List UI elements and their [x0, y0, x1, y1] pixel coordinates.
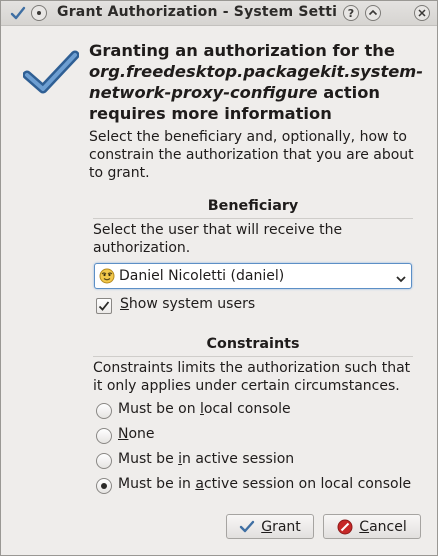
window-menu-button[interactable] — [31, 5, 47, 21]
user-select[interactable]: Daniel Nicoletti (daniel) — [94, 263, 412, 289]
chevron-down-icon[interactable] — [395, 270, 407, 289]
constraints-divider — [93, 356, 413, 357]
authorization-dialog: Grant Authorization - System Setti ? Gra… — [0, 0, 438, 556]
constraints-title: Constraints — [206, 336, 300, 352]
authorization-check-icon — [22, 49, 80, 99]
radio-none[interactable] — [96, 428, 112, 444]
action-id-line-2: network-proxy-configure — [89, 83, 318, 102]
radio-local-console-label[interactable]: Must be on local console — [118, 401, 291, 417]
minimize-button[interactable] — [365, 5, 381, 21]
beneficiary-description: Select the user that will receive the au… — [93, 222, 343, 256]
radio-local-console[interactable] — [96, 403, 112, 419]
dialog-subtitle: Select the beneficiary and, optionally, … — [89, 129, 414, 181]
cancel-label: Cancel — [359, 518, 407, 535]
grant-check-icon — [239, 520, 255, 534]
checkmark-icon — [98, 301, 110, 311]
title-bar[interactable]: Grant Authorization - System Setti ? — [1, 1, 437, 26]
grant-button[interactable]: Grant — [226, 514, 314, 539]
app-check-icon[interactable] — [10, 5, 26, 25]
selected-user-label: Daniel Nicoletti (daniel) — [119, 268, 285, 284]
action-id-line-1: org.freedesktop.packagekit.system- — [89, 62, 423, 81]
cancel-icon — [337, 519, 353, 535]
constraints-description: Constraints limits the authorization suc… — [93, 360, 411, 394]
user-face-icon — [99, 268, 115, 288]
beneficiary-title: Beneficiary — [207, 198, 299, 214]
radio-active-session-local-console-label[interactable]: Must be in active session on local conso… — [118, 476, 411, 492]
beneficiary-divider — [93, 218, 413, 219]
heading-line-4: requires more information — [89, 104, 332, 123]
heading-suffix: action — [317, 83, 381, 102]
show-system-users-label[interactable]: Show system users — [120, 296, 255, 312]
close-button[interactable] — [414, 5, 430, 21]
help-button[interactable]: ? — [343, 5, 359, 21]
cancel-button[interactable]: Cancel — [323, 514, 421, 539]
grant-label: Grant — [261, 518, 301, 535]
heading-line-1: Granting an authorization for the — [89, 41, 395, 60]
radio-active-session-label[interactable]: Must be in active session — [118, 451, 294, 467]
radio-active-session[interactable] — [96, 453, 112, 469]
radio-active-session-local-console[interactable] — [96, 478, 112, 494]
dialog-heading: Granting an authorization for the org.fr… — [89, 40, 434, 124]
show-system-users-checkbox[interactable] — [96, 298, 112, 314]
window-title: Grant Authorization - System Setti — [57, 4, 337, 20]
radio-none-label[interactable]: None — [118, 426, 155, 442]
